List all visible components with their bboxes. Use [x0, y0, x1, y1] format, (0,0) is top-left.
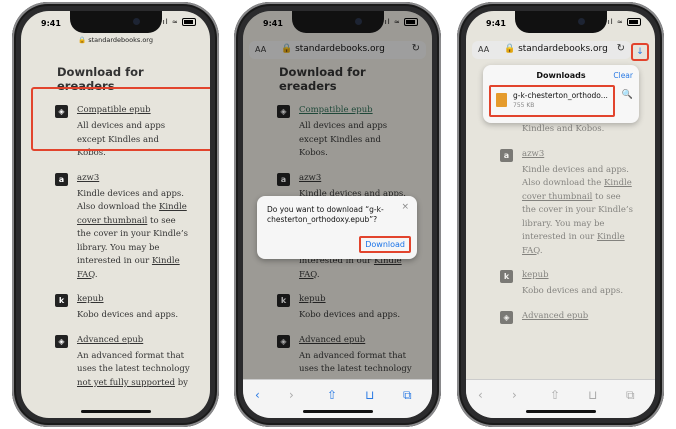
forward-icon[interactable]: › — [289, 388, 294, 402]
home-indicator — [525, 410, 596, 413]
kepub-link[interactable]: kepub — [522, 270, 635, 280]
url-bar[interactable]: AA 🔒 standardebooks.org ↻ — [472, 41, 631, 59]
advanced-epub-link[interactable]: Advanced epub — [77, 335, 190, 345]
format-item-azw3: a azw3 Kindle devices and apps. Also dow… — [490, 148, 635, 259]
battery-icon — [404, 18, 418, 26]
format-item-kepub: k kepub Kobo devices and apps. — [45, 294, 190, 323]
azw3-link[interactable]: azw3 — [77, 173, 190, 183]
azw3-link[interactable]: azw3 — [522, 149, 635, 159]
battery-icon — [627, 18, 641, 26]
status-icons: ..ıl ≈ — [378, 18, 418, 26]
kobo-icon: k — [500, 270, 513, 283]
status-time: 9:41 — [486, 19, 506, 28]
battery-icon — [182, 18, 196, 26]
wifi-icon: ≈ — [393, 18, 401, 26]
phone-2: 9:41 ..ıl ≈ AA 🔒 standardebooks.org ↻ Do… — [234, 2, 441, 427]
kepub-desc: Kobo devices and apps. — [77, 310, 179, 320]
format-item-kepub: k kepub Kobo devices and apps. — [490, 270, 635, 299]
advanced-epub-icon: ◈ — [500, 310, 513, 324]
azw3-desc: Kindle devices and apps. Also download t… — [77, 188, 188, 280]
epub-desc-tail: Kindles and Kobos. — [522, 124, 605, 134]
back-icon[interactable]: ‹ — [255, 388, 260, 402]
phone-3: 9:41 ..ıl ≈ AA 🔒 standardebooks.org ↻ ↓ … — [457, 2, 664, 427]
status-time: 9:41 — [263, 19, 283, 28]
url-text: standardebooks.org — [88, 36, 153, 44]
notch — [291, 11, 384, 33]
bookmarks-icon[interactable]: ⊔ — [588, 388, 597, 402]
dialog-message: Do you want to download “g-k-chesterton_… — [267, 205, 384, 224]
text-size-button[interactable]: AA — [478, 45, 489, 54]
reload-icon[interactable]: ↻ — [617, 43, 625, 54]
download-file-name: g-k-chesterton_orthodo... — [513, 91, 608, 100]
notch — [514, 11, 607, 33]
share-icon[interactable]: ⇧ — [550, 388, 560, 402]
downloads-icon[interactable]: ↓ — [631, 43, 649, 61]
kepub-link[interactable]: kepub — [77, 294, 190, 304]
download-file-size: 755 KB — [513, 102, 535, 109]
format-item-epub: Kindles and Kobos. — [490, 123, 635, 137]
screen-2: 9:41 ..ıl ≈ AA 🔒 standardebooks.org ↻ Do… — [243, 11, 432, 418]
url-text: 🔒 standardebooks.org — [504, 44, 608, 54]
clear-button[interactable]: Clear — [613, 71, 633, 80]
close-icon[interactable]: × — [401, 202, 409, 212]
home-indicator — [80, 410, 151, 413]
download-item[interactable]: g-k-chesterton_orthodo... 755 KB — [489, 85, 615, 117]
azw3-desc: Kindle devices and apps. Also download t… — [522, 164, 633, 256]
back-icon[interactable]: ‹ — [478, 388, 483, 402]
status-icons: ..ıl ≈ — [156, 18, 196, 26]
home-indicator — [302, 410, 373, 413]
screen-3: 9:41 ..ıl ≈ AA 🔒 standardebooks.org ↻ ↓ … — [466, 11, 655, 418]
url-bar-compact[interactable]: 🔒 standardebooks.org — [21, 36, 210, 44]
page-content: Kindles and Kobos. a azw3 Kindle devices… — [466, 123, 655, 418]
epub-file-icon — [496, 93, 507, 107]
amazon-icon: a — [500, 148, 513, 162]
format-item-advanced: ◈ Advanced epub An advanced format that … — [45, 334, 190, 391]
status-icons: ..ıl ≈ — [601, 18, 641, 26]
download-dialog: Do you want to download “g-k-chesterton_… — [257, 196, 417, 259]
phone-1: 9:41 ..ıl ≈ 🔒 standardebooks.org Downloa… — [12, 2, 219, 427]
screen-1: 9:41 ..ıl ≈ 🔒 standardebooks.org Downloa… — [21, 11, 210, 418]
format-item-advanced: ◈ Advanced epub — [490, 310, 635, 324]
wifi-icon: ≈ — [171, 18, 179, 26]
advanced-epub-icon: ◈ — [55, 334, 68, 348]
format-item-azw3: a azw3 Kindle devices and apps. Also dow… — [45, 172, 190, 283]
kepub-desc: Kobo devices and apps. — [522, 286, 624, 296]
amazon-icon: a — [55, 172, 68, 186]
advanced-desc: An advanced format that uses the latest … — [77, 350, 190, 388]
download-button[interactable]: Download — [359, 236, 411, 253]
wifi-icon: ≈ — [616, 18, 624, 26]
notch — [69, 11, 162, 33]
kobo-icon: k — [55, 294, 68, 307]
advanced-epub-link[interactable]: Advanced epub — [522, 311, 635, 321]
highlight-compatible-epub — [31, 87, 210, 151]
bookmarks-icon[interactable]: ⊔ — [365, 388, 374, 402]
share-icon[interactable]: ⇧ — [327, 388, 337, 402]
tabs-icon[interactable]: ⧉ — [626, 388, 635, 403]
magnifier-icon[interactable]: 🔍 — [622, 90, 633, 100]
status-time: 9:41 — [41, 19, 61, 28]
forward-icon[interactable]: › — [512, 388, 517, 402]
tabs-icon[interactable]: ⧉ — [403, 388, 412, 403]
downloads-panel: Downloads Clear g-k-chesterton_orthodo..… — [483, 65, 639, 123]
not-supported-link[interactable]: not yet fully supported — [77, 378, 175, 388]
